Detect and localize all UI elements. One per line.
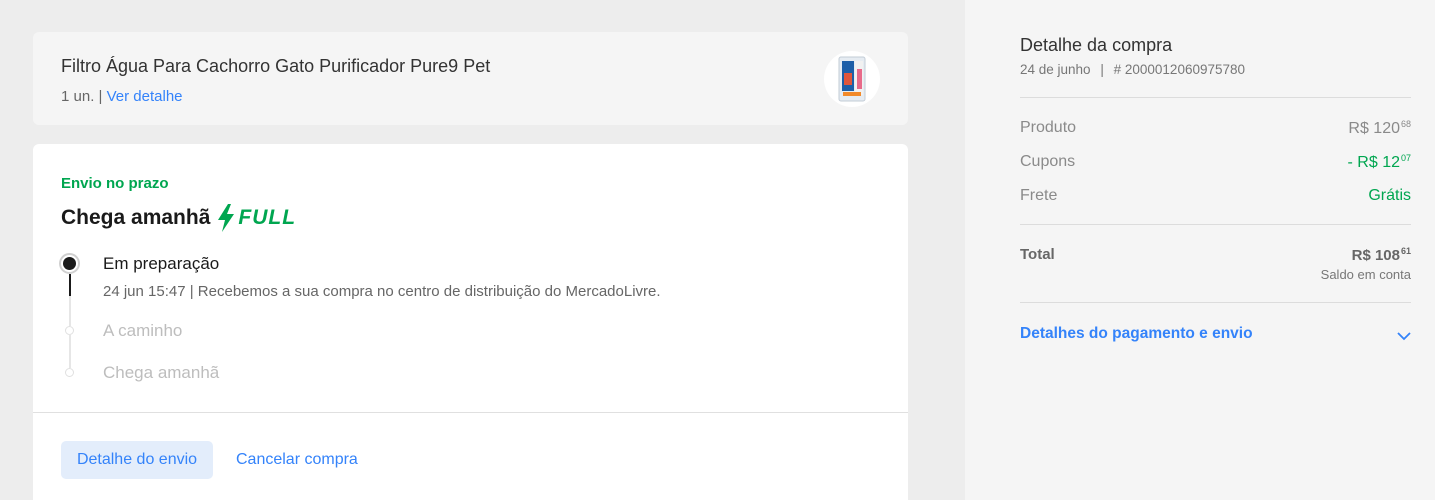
product-value-main: R$ 120: [1348, 120, 1400, 137]
purchase-date: 24 de junho: [1020, 62, 1091, 77]
product-quantity: 1 un.: [61, 88, 95, 105]
cancel-purchase-button[interactable]: Cancelar compra: [236, 441, 358, 479]
timeline-line-pending: [68, 296, 71, 326]
product-title: Filtro Água Para Cachorro Gato Purificad…: [61, 56, 491, 76]
total-label: Total: [1020, 246, 1055, 263]
shipment-status-label: Envio no prazo: [61, 175, 169, 192]
product-row-value: R$ 12068: [1348, 119, 1411, 138]
timeline-line-pending: [68, 334, 71, 368]
step-indicator-active: [59, 253, 80, 274]
summary-title: Detalhe da compra: [1020, 35, 1173, 55]
shipping-row-label: Frete: [1020, 187, 1058, 204]
total-value-cents: 61: [1400, 246, 1411, 256]
product-meta-separator: |: [98, 88, 103, 105]
shipment-card: Envio no prazo Chega amanhã FULL Em prep…: [33, 144, 908, 500]
step-detail-preparing: 24 jun 15:47 | Recebemos a sua compra no…: [103, 283, 661, 300]
coupons-row-label: Cupons: [1020, 153, 1076, 170]
step-title-arrives: Chega amanhã: [103, 363, 220, 382]
view-detail-link[interactable]: Ver detalhe: [107, 88, 183, 105]
main-column: Filtro Água Para Cachorro Gato Purificad…: [0, 0, 965, 500]
full-badge: FULL: [238, 206, 297, 229]
subtitle-separator: |: [1100, 62, 1104, 77]
product-value-cents: 68: [1400, 119, 1411, 129]
order-number: # 2000012060975780: [1113, 62, 1246, 77]
bolt-icon: [216, 204, 236, 232]
purchase-summary-sidebar: Detalhe da compra 24 de junho | # 200001…: [965, 0, 1435, 500]
step-title-preparing: Em preparação: [103, 254, 220, 273]
step-indicator-pending: [65, 368, 74, 377]
card-divider: [33, 412, 908, 413]
product-row-label: Produto: [1020, 119, 1077, 136]
arrival-heading: Chega amanhã FULL: [61, 204, 296, 232]
timeline-line-done: [68, 274, 71, 296]
arrival-text: Chega amanhã: [61, 206, 211, 229]
coupons-row-value: - R$ 1207: [1348, 153, 1411, 172]
total-payment-note: Saldo em conta: [1320, 267, 1411, 282]
product-thumbnail[interactable]: [824, 51, 880, 107]
product-card: Filtro Água Para Cachorro Gato Purificad…: [33, 32, 908, 125]
divider: [1020, 302, 1411, 303]
total-value-main: R$ 108: [1351, 247, 1400, 264]
payment-details-toggle[interactable]: Detalhes do pagamento e envio: [1020, 325, 1253, 343]
divider: [1020, 97, 1411, 98]
chevron-down-icon[interactable]: [1397, 328, 1411, 346]
total-value: R$ 10861: [1352, 246, 1411, 264]
divider: [1020, 224, 1411, 225]
step-title-on-the-way: A caminho: [103, 321, 183, 340]
product-meta: 1 un. | Ver detalhe: [61, 88, 183, 105]
shipment-detail-button[interactable]: Detalhe do envio: [61, 441, 213, 479]
shipping-row-value: Grátis: [1368, 187, 1411, 204]
summary-subtitle: 24 de junho | # 2000012060975780: [1020, 62, 1245, 77]
coupons-value-cents: 07: [1400, 153, 1411, 163]
coupons-value-main: - R$ 12: [1347, 154, 1400, 171]
